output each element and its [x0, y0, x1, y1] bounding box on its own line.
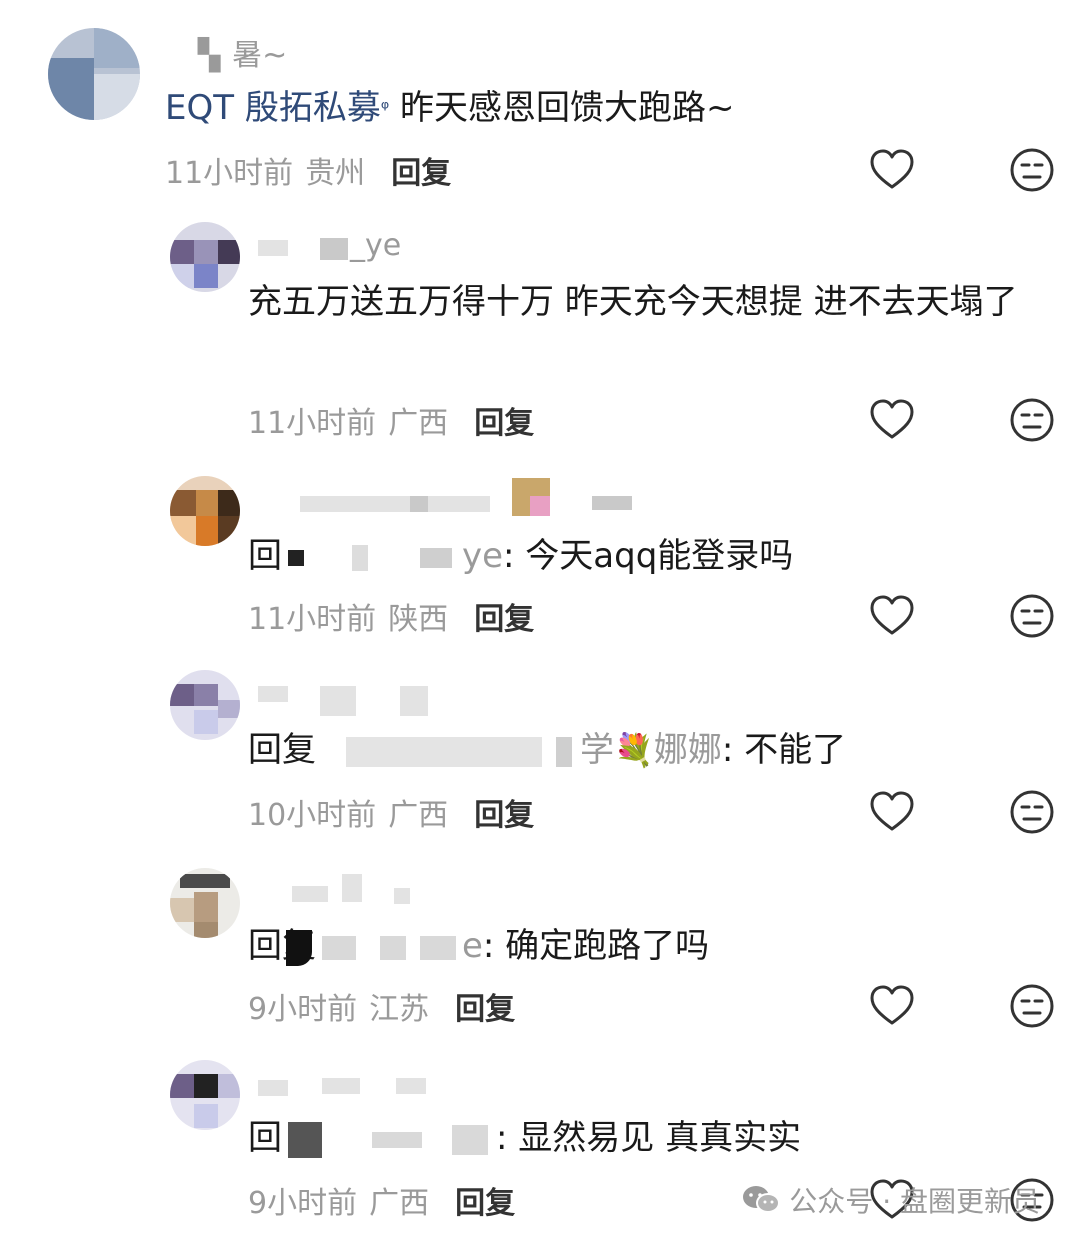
avatar[interactable] — [48, 28, 140, 120]
timestamp: 11小时前 — [165, 156, 294, 191]
comment-item: ▝▖暑~ EQT 殷拓私募ᵠ 昨天感恩回馈大跑路~ 11小时前 贵州 回复 — [0, 0, 1080, 200]
comment-meta: 11小时前 贵州 回复 — [165, 148, 451, 192]
reply-item: 回 ye: 今天aqq能登录吗 11小时前 陕西 回复 — [0, 450, 1080, 650]
avatar[interactable] — [170, 222, 240, 292]
timestamp: 11小时前 — [248, 602, 377, 637]
meh-face-icon — [1010, 148, 1054, 192]
dislike-button[interactable] — [1008, 982, 1056, 1030]
heart-outline-icon — [870, 399, 914, 439]
timestamp: 11小时前 — [248, 406, 377, 441]
flower-icon: 💐 — [614, 731, 654, 769]
meh-face-icon — [1010, 594, 1054, 638]
location: 江苏 — [369, 992, 430, 1027]
comment-meta: 9小时前 江苏 回复 — [248, 984, 515, 1028]
heart-outline-icon — [870, 791, 914, 831]
like-button[interactable] — [868, 982, 916, 1030]
reply-target[interactable]: 娜娜 — [654, 730, 722, 770]
redacted-username — [258, 1080, 288, 1096]
redacted-username — [530, 496, 550, 516]
location: 陕西 — [388, 602, 449, 637]
avatar[interactable] — [170, 1060, 240, 1130]
reply-button[interactable]: 回复 — [455, 992, 515, 1027]
avatar[interactable] — [170, 868, 240, 938]
reply-button[interactable]: 回复 — [474, 798, 534, 833]
heart-outline-icon — [870, 985, 914, 1025]
like-button[interactable] — [868, 396, 916, 444]
redacted-username — [410, 496, 428, 512]
mention-link[interactable]: EQT 殷拓私募 — [165, 88, 381, 128]
redacted-username — [300, 496, 490, 512]
redacted-username — [592, 496, 632, 510]
meh-face-icon — [1010, 398, 1054, 442]
watermark: 公众号 · 盘圈更新员 — [741, 1180, 1040, 1223]
like-button[interactable] — [868, 788, 916, 836]
reply-target[interactable]: ye — [462, 536, 503, 576]
reply-prefix: 回 — [248, 1118, 282, 1158]
avatar[interactable] — [170, 476, 240, 546]
redacted-username — [258, 240, 288, 256]
redacted-username — [292, 886, 328, 902]
reply-target[interactable]: e — [462, 926, 483, 966]
search-icon: ᵠ — [380, 96, 390, 120]
comment-text: 回 ye: 今天aqq能登录吗 — [248, 536, 794, 576]
comment-text: EQT 殷拓私募ᵠ 昨天感恩回馈大跑路~ — [165, 88, 735, 128]
wechat-icon — [741, 1184, 781, 1223]
comment-text: 回: 显然易见 真真实实 — [248, 1118, 802, 1158]
redacted-username — [320, 238, 348, 260]
redacted-username — [258, 686, 288, 702]
heart-outline-icon — [870, 149, 914, 189]
timestamp: 9小时前 — [248, 1186, 358, 1221]
redacted-username — [396, 1078, 426, 1094]
comment-meta: 10小时前 广西 回复 — [248, 790, 534, 834]
comment-text: 回复 e: 确定跑路了吗 — [248, 926, 710, 966]
redacted-username — [394, 888, 410, 904]
location: 广西 — [369, 1186, 430, 1221]
reply-prefix: 回复 — [248, 730, 316, 770]
reply-item: _ye 充五万送五万得十万 昨天充今天想提 进不去天塌了 11小时前 广西 回复 — [0, 200, 1080, 450]
dislike-button[interactable] — [1008, 592, 1056, 640]
meh-face-icon — [1010, 790, 1054, 834]
username[interactable]: ▝▖暑~ — [186, 30, 287, 74]
reply-prefix: 回 — [248, 536, 282, 576]
location: 贵州 — [305, 156, 366, 191]
timestamp: 10小时前 — [248, 798, 377, 833]
username[interactable]: _ye — [350, 228, 401, 263]
reply-button[interactable]: 回复 — [474, 406, 534, 441]
location: 广西 — [388, 406, 449, 441]
reply-button[interactable]: 回复 — [474, 602, 534, 637]
location: 广西 — [388, 798, 449, 833]
heart-outline-icon — [870, 595, 914, 635]
like-button[interactable] — [868, 146, 916, 194]
reply-button[interactable]: 回复 — [391, 156, 451, 191]
like-button[interactable] — [868, 592, 916, 640]
reply-button[interactable]: 回复 — [455, 1186, 515, 1221]
reply-item: 回复 e: 确定跑路了吗 9小时前 江苏 回复 — [0, 850, 1080, 1050]
reply-item: 回复 学💐娜娜: 不能了 10小时前 广西 回复 — [0, 650, 1080, 850]
reply-target[interactable]: 学 — [580, 730, 614, 770]
dislike-button[interactable] — [1008, 396, 1056, 444]
meh-face-icon — [1010, 984, 1054, 1028]
comment-text: 回复 学💐娜娜: 不能了 — [248, 730, 847, 770]
redacted-username — [342, 874, 362, 902]
timestamp: 9小时前 — [248, 992, 358, 1027]
watermark-text: 公众号 · 盘圈更新员 — [789, 1185, 1040, 1218]
comment-text: 充五万送五万得十万 昨天充今天想提 进不去天塌了 — [248, 282, 1018, 322]
avatar[interactable] — [170, 670, 240, 740]
dislike-button[interactable] — [1008, 146, 1056, 194]
comment-meta: 9小时前 广西 回复 — [248, 1178, 515, 1222]
dislike-button[interactable] — [1008, 788, 1056, 836]
redacted-username — [322, 1078, 360, 1094]
redacted-username — [400, 686, 428, 716]
redacted-username — [320, 686, 356, 716]
comment-meta: 11小时前 广西 回复 — [248, 398, 534, 442]
comment-meta: 11小时前 陕西 回复 — [248, 594, 534, 638]
